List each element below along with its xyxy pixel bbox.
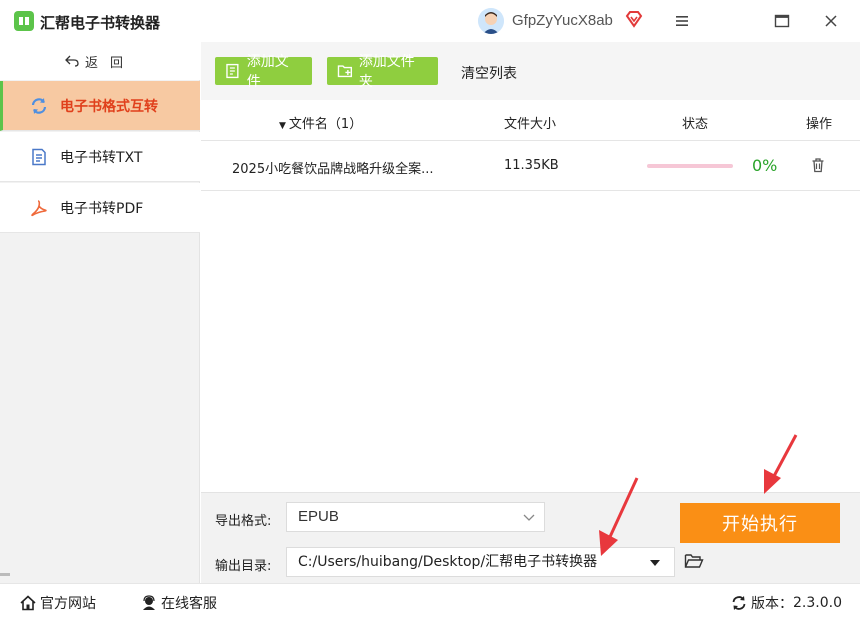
menu-icon[interactable] — [674, 13, 690, 29]
sidebar-item-label: 电子书转TXT — [60, 149, 143, 166]
table-header: ▼ 文件名（1） 文件大小 状态 操作 — [201, 100, 860, 141]
document-icon — [32, 148, 46, 165]
footer: 官方网站 在线客服 版本： 2.3.0.0 — [0, 583, 860, 617]
support-agent-icon — [143, 595, 155, 610]
back-arrow-icon — [65, 55, 79, 67]
app-title: 汇帮电子书转换器 — [40, 14, 161, 32]
table-row[interactable]: 2025小吃餐饮品牌战略升级全案... 11.35KB 0% — [201, 141, 860, 191]
add-file-icon — [226, 63, 239, 79]
file-table: ▼ 文件名（1） 文件大小 状态 操作 2025小吃餐饮品牌战略升级全案... 1… — [201, 100, 860, 492]
header-file-size: 文件大小 — [504, 117, 557, 132]
sidebar-item-to-txt[interactable]: 电子书转TXT — [0, 132, 200, 182]
file-name-cell: 2025小吃餐饮品牌战略升级全案... — [232, 162, 434, 177]
format-value: EPUB — [298, 508, 339, 525]
title-bar: 汇帮电子书转换器 GfpZyYucX8ab — [0, 0, 860, 42]
dir-label: 输出目录: — [215, 559, 272, 574]
sync-icon — [31, 97, 47, 114]
clear-list-button[interactable]: 清空列表 — [461, 63, 517, 83]
sidebar-item-format-convert[interactable]: 电子书格式互转 — [0, 81, 200, 131]
vip-diamond-icon[interactable] — [625, 10, 643, 28]
sidebar-item-to-pdf[interactable]: 电子书转PDF — [0, 183, 200, 233]
add-folder-button[interactable]: 添加文件夹 — [327, 54, 438, 90]
header-status: 状态 — [682, 117, 709, 132]
settings-panel: 导出格式: EPUB 输出目录: C:/Users/huibang/Deskto… — [201, 492, 860, 583]
add-file-label: 添加文件 — [246, 54, 289, 90]
sidebar-item-label: 电子书转PDF — [60, 200, 144, 217]
sort-desc-icon: ▼ — [279, 121, 286, 131]
close-icon[interactable] — [823, 13, 839, 29]
version-number: 2.3.0.0 — [793, 595, 842, 611]
online-support-link[interactable]: 在线客服 — [141, 593, 217, 613]
caret-down-icon — [650, 560, 660, 566]
sidebar-item-label: 电子书格式互转 — [60, 98, 158, 115]
user-avatar[interactable] — [478, 8, 504, 34]
back-label: 返回 — [84, 55, 135, 71]
folder-open-icon[interactable] — [684, 552, 704, 570]
format-select[interactable]: EPUB — [286, 502, 545, 532]
refresh-icon — [732, 596, 746, 610]
username[interactable]: GfpZyYucX8ab — [512, 12, 613, 29]
add-folder-icon — [337, 65, 353, 78]
chevron-down-icon — [523, 514, 535, 521]
toolbar: 添加文件 添加文件夹 清空列表 — [201, 42, 860, 100]
version-info[interactable]: 版本： 2.3.0.0 — [731, 593, 842, 613]
add-folder-label: 添加文件夹 — [358, 54, 415, 90]
header-file-name[interactable]: ▼ 文件名（1） — [279, 113, 362, 132]
version-label: 版本： — [751, 596, 793, 612]
progress-bar — [647, 164, 733, 168]
file-size-cell: 11.35KB — [504, 158, 559, 173]
back-button[interactable]: 返回 — [0, 42, 200, 80]
header-action: 操作 — [806, 117, 833, 132]
app-logo-icon — [14, 11, 34, 31]
start-button[interactable]: 开始执行 — [680, 503, 840, 543]
add-file-button[interactable]: 添加文件 — [215, 54, 312, 90]
format-label: 导出格式: — [215, 514, 272, 529]
official-website-link[interactable]: 官方网站 — [20, 593, 96, 613]
output-dir-value: C:/Users/huibang/Desktop/汇帮电子书转换器 — [298, 554, 598, 570]
output-dir-select[interactable]: C:/Users/huibang/Desktop/汇帮电子书转换器 — [286, 547, 675, 577]
trash-icon[interactable] — [810, 157, 826, 173]
sidebar-scrollbar[interactable] — [0, 573, 10, 576]
pdf-icon — [31, 199, 47, 216]
progress-percent: 0% — [752, 156, 778, 175]
maximize-icon[interactable] — [774, 13, 790, 29]
home-icon — [20, 595, 36, 611]
sidebar: 返回 电子书格式互转 电子书转TXT 电子书转PDF — [0, 42, 200, 583]
